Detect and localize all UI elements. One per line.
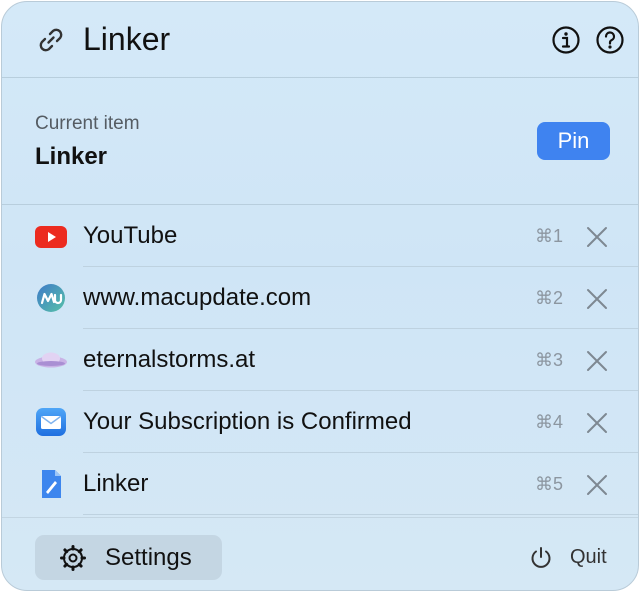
list-item-label: YouTube — [83, 222, 178, 249]
quit-button[interactable]: Quit — [529, 545, 619, 573]
help-icon[interactable] — [595, 25, 625, 55]
list-item-label: eternalstorms.at — [83, 346, 256, 373]
cloud-icon — [35, 352, 67, 368]
power-icon — [531, 547, 551, 568]
list-item-shortcut: ⌘4 — [535, 412, 564, 432]
pin-button[interactable]: Pin — [537, 122, 610, 160]
close-icon[interactable] — [585, 287, 609, 311]
settings-label: Settings — [105, 544, 192, 571]
list-item[interactable]: eternalstorms.at ⌘3 — [2, 329, 638, 391]
list-item[interactable]: Linker ⌘5 — [2, 453, 638, 515]
current-item-value: Linker — [35, 143, 108, 170]
gear-icon — [60, 545, 86, 571]
header: Linker — [2, 2, 638, 78]
settings-button[interactable]: Settings — [35, 535, 222, 580]
close-icon[interactable] — [585, 411, 609, 435]
macupdate-icon — [37, 284, 65, 312]
close-icon[interactable] — [585, 473, 609, 497]
list-item-shortcut: ⌘3 — [535, 350, 564, 370]
link-list: YouTube ⌘1 www.macupdate.com ⌘2 eternals… — [2, 205, 638, 515]
info-icon[interactable] — [551, 25, 581, 55]
link-icon — [39, 28, 63, 52]
divider — [83, 514, 638, 515]
footer: Settings Quit — [2, 517, 638, 590]
list-item[interactable]: www.macupdate.com ⌘2 — [2, 267, 638, 329]
current-item-section: Current item Linker Pin — [2, 78, 638, 205]
app-title: Linker — [83, 21, 171, 57]
youtube-icon — [35, 226, 67, 248]
list-item[interactable]: Your Subscription is Confirmed ⌘4 — [2, 391, 638, 453]
list-item-label: Linker — [83, 470, 149, 497]
list-item-label: www.macupdate.com — [83, 284, 312, 311]
list-item-label: Your Subscription is Confirmed — [83, 408, 412, 435]
list-item-shortcut: ⌘1 — [535, 226, 564, 246]
current-item-label: Current item — [35, 113, 140, 134]
document-icon — [42, 470, 61, 498]
list-item-shortcut: ⌘2 — [535, 288, 564, 308]
quit-label: Quit — [570, 546, 607, 568]
list-item-shortcut: ⌘5 — [535, 474, 564, 494]
close-icon[interactable] — [585, 349, 609, 373]
mail-icon — [36, 408, 66, 436]
close-icon[interactable] — [585, 225, 609, 249]
linker-window: Linker Current item Linker Pin YouTube ⌘… — [1, 1, 639, 591]
list-item[interactable]: YouTube ⌘1 — [2, 205, 638, 267]
